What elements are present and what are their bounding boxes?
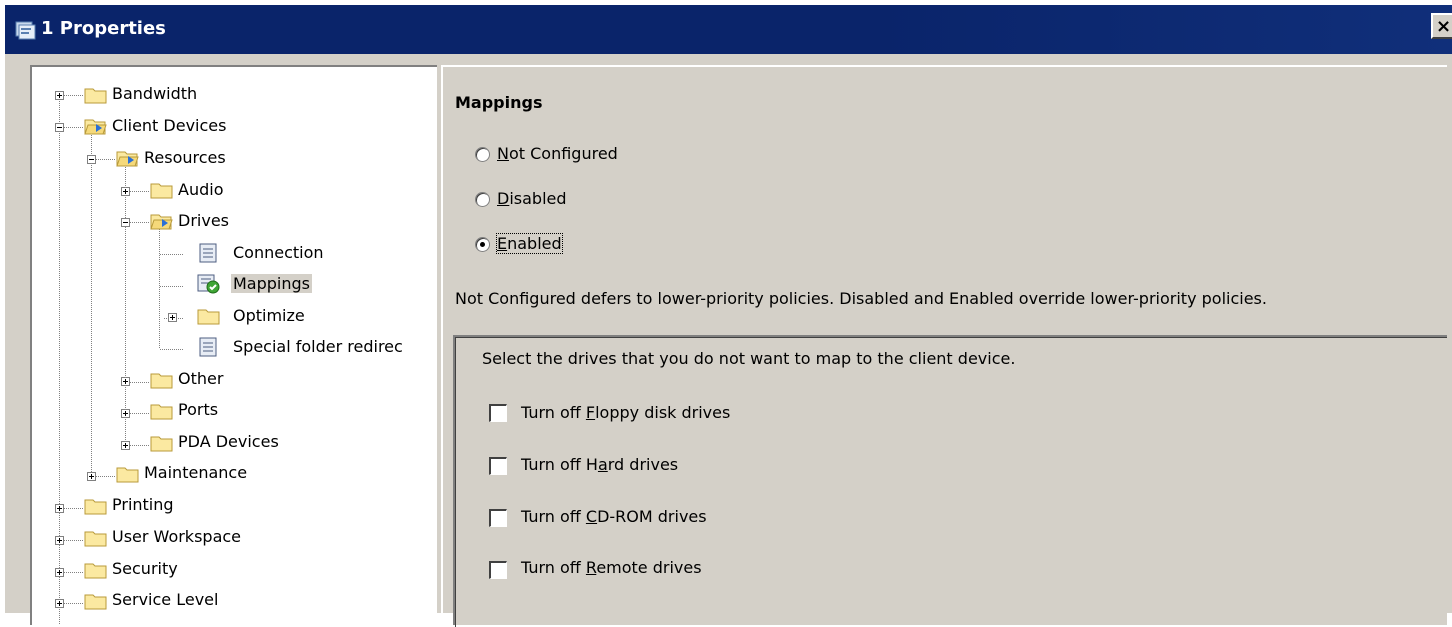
collapse-toggle-client-devices[interactable] <box>55 123 64 132</box>
open-folder-icon <box>116 151 139 167</box>
tree-item-drives[interactable]: Drives <box>178 211 229 230</box>
folder-icon <box>197 309 220 325</box>
tree-item-special-folder-redirection[interactable]: Special folder redirec <box>233 337 403 356</box>
folder-icon <box>150 436 173 452</box>
policy-setting-icon <box>199 243 217 263</box>
setting-heading: Mappings <box>455 93 543 112</box>
radio-label-not-configured[interactable]: Not Configured <box>497 144 618 163</box>
radio-enabled[interactable] <box>475 237 490 252</box>
window-title: 1 Properties <box>41 18 166 39</box>
collapse-toggle-drives[interactable] <box>121 218 130 227</box>
drives-options-inner <box>455 337 1447 627</box>
tree-item-bandwidth[interactable]: Bandwidth <box>112 84 197 103</box>
tree-item-pda-devices[interactable]: PDA Devices <box>178 432 279 451</box>
folder-icon <box>84 531 107 547</box>
checkbox-cdrom-drives[interactable] <box>489 509 507 527</box>
tree-item-maintenance[interactable]: Maintenance <box>144 463 247 482</box>
drives-description: Select the drives that you do not want t… <box>482 349 1016 368</box>
policy-setting-enabled-icon <box>197 274 220 294</box>
checkbox-label-hard-drives[interactable]: Turn off Hard drives <box>521 455 678 474</box>
tree-item-mappings[interactable]: Mappings <box>231 274 312 293</box>
title-bar[interactable]: 1 Properties <box>5 5 1452 54</box>
checkbox-floppy-drives[interactable] <box>489 404 507 422</box>
tree-item-ports[interactable]: Ports <box>178 400 218 419</box>
checkbox-label-cdrom-drives[interactable]: Turn off CD-ROM drives <box>521 507 707 526</box>
expand-toggle-maintenance[interactable] <box>87 472 96 481</box>
expand-toggle-other[interactable] <box>121 377 130 386</box>
checkbox-remote-drives[interactable] <box>489 561 507 579</box>
expand-toggle-audio[interactable] <box>121 187 130 196</box>
radio-disabled[interactable] <box>475 192 490 207</box>
radio-not-configured[interactable] <box>475 147 490 162</box>
tree-item-other[interactable]: Other <box>178 369 223 388</box>
expand-toggle-printing[interactable] <box>55 504 64 513</box>
expand-toggle-user-workspace[interactable] <box>55 536 64 545</box>
checkbox-label-floppy-drives[interactable]: Turn off Floppy disk drives <box>521 403 730 422</box>
tree-item-optimize[interactable]: Optimize <box>233 306 305 325</box>
policy-priority-note: Not Configured defers to lower-priority … <box>455 289 1267 308</box>
folder-icon <box>84 499 107 515</box>
expand-toggle-bandwidth[interactable] <box>55 91 64 100</box>
tree-item-client-devices[interactable]: Client Devices <box>112 116 226 135</box>
expand-toggle-service-level[interactable] <box>55 599 64 608</box>
checkbox-label-remote-drives[interactable]: Turn off Remote drives <box>521 558 702 577</box>
expand-toggle-ports[interactable] <box>121 409 130 418</box>
folder-icon <box>150 404 173 420</box>
folder-icon <box>116 467 139 483</box>
tree-item-connection[interactable]: Connection <box>233 243 324 262</box>
expand-toggle-pda-devices[interactable] <box>121 441 130 450</box>
open-folder-icon <box>150 214 173 230</box>
folder-icon <box>150 373 173 389</box>
folder-icon <box>150 183 173 199</box>
folder-icon <box>84 88 107 104</box>
close-button[interactable]: × <box>1431 13 1452 39</box>
tree-item-service-level[interactable]: Service Level <box>112 590 218 609</box>
policy-setting-icon <box>199 337 217 357</box>
radio-label-disabled[interactable]: Disabled <box>497 189 567 208</box>
collapse-toggle-resources[interactable] <box>87 155 96 164</box>
folder-icon <box>84 594 107 610</box>
tree-item-printing[interactable]: Printing <box>112 495 174 514</box>
checkbox-hard-drives[interactable] <box>489 457 507 475</box>
tree-item-resources[interactable]: Resources <box>144 148 226 167</box>
tree-item-audio[interactable]: Audio <box>178 180 223 199</box>
open-folder-icon <box>84 119 107 135</box>
radio-label-enabled[interactable]: Enabled <box>496 233 563 254</box>
folder-icon <box>84 563 107 579</box>
policy-tree[interactable]: Bandwidth Client Devices Resources Audio… <box>30 65 437 625</box>
tree-item-security[interactable]: Security <box>112 559 178 578</box>
expand-toggle-security[interactable] <box>55 568 64 577</box>
expand-toggle-optimize[interactable] <box>168 313 177 322</box>
properties-icon <box>15 21 36 40</box>
tree-item-user-workspace[interactable]: User Workspace <box>112 527 241 546</box>
